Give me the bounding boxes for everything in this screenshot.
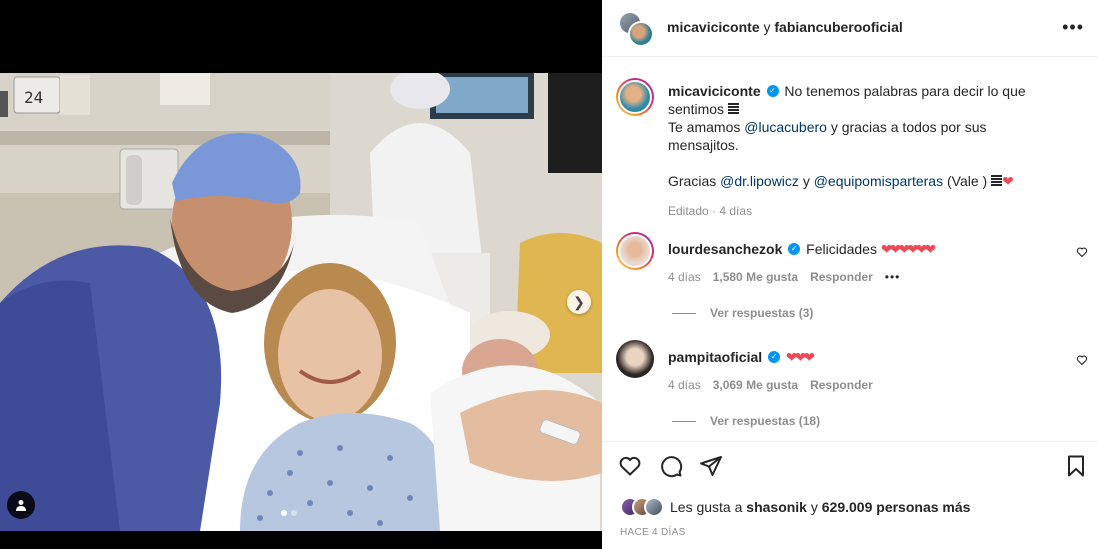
view-replies-button[interactable]: Ver respuestas (3) — [672, 306, 1058, 320]
send-icon[interactable] — [699, 454, 723, 478]
comment-time: 4 días — [668, 270, 701, 284]
bookmark-icon[interactable] — [1064, 454, 1088, 478]
caption-line-2-prefix: Te amamos — [668, 119, 741, 135]
comment-username[interactable]: lourdesanchezok — [668, 241, 782, 257]
caption-line-3-prefix: Gracias — [668, 173, 717, 189]
comments-section: micaviciconte ✓ No tenemos palabras para… — [602, 70, 1098, 448]
monitor-reading: 24 — [24, 88, 43, 107]
author-username[interactable]: micaviciconte — [667, 19, 760, 35]
likes-summary: Les gusta a shasonik y 629.009 personas … — [620, 497, 970, 517]
carousel-dot-active — [281, 510, 287, 516]
user-tag-icon — [16, 500, 26, 511]
avatar[interactable] — [616, 340, 654, 378]
heart-icon[interactable] — [618, 454, 642, 478]
author-username[interactable]: fabiancuberooficial — [774, 19, 902, 35]
likes-text[interactable]: Les gusta a shasonik y 629.009 personas … — [670, 499, 970, 515]
comment-hearts: ❤❤❤ — [785, 349, 815, 365]
mention-link[interactable]: @lucacubero — [744, 119, 827, 135]
post-side-panel: micaviciconte y fabiancuberooficial ••• … — [602, 0, 1098, 549]
verified-badge-icon: ✓ — [768, 351, 781, 364]
reply-button[interactable]: Responder — [810, 270, 873, 284]
avatar — [628, 21, 654, 47]
carousel-indicator — [281, 510, 297, 516]
post-authors: micaviciconte y fabiancuberooficial — [667, 19, 903, 35]
edited-label: Editado · 4 días — [668, 204, 753, 218]
mention-link[interactable]: @equipomisparteras — [814, 173, 943, 189]
comment-meta: 4 días 1,580 Me gusta Responder ••• — [668, 270, 1058, 284]
avatar[interactable] — [616, 232, 654, 270]
post-actions: Les gusta a shasonik y 629.009 personas … — [602, 441, 1098, 549]
comment-username[interactable]: pampitaoficial — [668, 349, 762, 365]
like-comment-icon[interactable] — [1076, 354, 1088, 366]
comment-likes[interactable]: 1,580 Me gusta — [713, 270, 798, 284]
emoji-icon — [991, 175, 1003, 187]
collab-avatars[interactable] — [618, 11, 656, 49]
comment-hearts: ❤❤❤❤❤❤ — [880, 241, 936, 257]
comment-icon[interactable] — [659, 454, 683, 478]
avatar[interactable] — [616, 78, 654, 116]
comment-more-icon[interactable]: ••• — [885, 270, 901, 284]
hospital-photo: 24 — [0, 73, 602, 531]
caption-line-3-suffix: (Vale ) — [946, 173, 988, 189]
caption-line-3-mid: y — [802, 173, 810, 189]
caption-username[interactable]: micaviciconte — [668, 83, 761, 99]
chevron-right-icon: ❯ — [573, 293, 585, 310]
caption-text: micaviciconte ✓ No tenemos palabras para… — [668, 70, 1058, 190]
liker-username[interactable]: shasonik — [746, 499, 807, 515]
comment-text: lourdesanchezok ✓ Felicidades ❤❤❤❤❤❤ — [668, 232, 1058, 258]
carousel-dot — [291, 510, 297, 516]
comment: pampitaoficial ✓ ❤❤❤ 4 días 3,069 Me gus… — [602, 340, 1098, 448]
verified-badge-icon: ✓ — [788, 243, 801, 256]
post-date[interactable]: HACE 4 DÍAS — [620, 527, 686, 538]
likes-count[interactable]: 629.009 personas más — [822, 499, 971, 515]
comment-time: 4 días — [668, 378, 701, 392]
verified-badge-icon: ✓ — [766, 85, 779, 98]
post-header: micaviciconte y fabiancuberooficial ••• — [602, 0, 1098, 57]
view-replies-button[interactable]: Ver respuestas (18) — [672, 414, 1058, 428]
avatar — [644, 497, 664, 517]
comment-likes[interactable]: 3,069 Me gusta — [713, 378, 798, 392]
emoji-icon — [727, 103, 739, 115]
reply-button[interactable]: Responder — [810, 378, 873, 392]
mention-link[interactable]: @dr.lipowicz — [720, 173, 799, 189]
author-conjunction: y — [763, 19, 771, 35]
caption: micaviciconte ✓ No tenemos palabras para… — [602, 70, 1098, 218]
comment-text: pampitaoficial ✓ ❤❤❤ — [668, 340, 1058, 366]
post-photo[interactable]: 24 — [0, 73, 602, 531]
next-slide-button[interactable]: ❯ — [567, 290, 591, 314]
heart-emoji-icon: ❤ — [1002, 173, 1014, 189]
user-tag-button[interactable] — [7, 491, 35, 519]
comment: lourdesanchezok ✓ Felicidades ❤❤❤❤❤❤ 4 d… — [602, 232, 1098, 340]
post-media: 24 ❯ — [0, 0, 602, 549]
caption-meta: Editado · 4 días — [668, 204, 1058, 218]
comment-meta: 4 días 3,069 Me gusta Responder — [668, 378, 1058, 392]
like-comment-icon[interactable] — [1076, 246, 1088, 258]
comment-body: Felicidades — [806, 241, 877, 257]
more-options-icon[interactable]: ••• — [1062, 17, 1084, 38]
